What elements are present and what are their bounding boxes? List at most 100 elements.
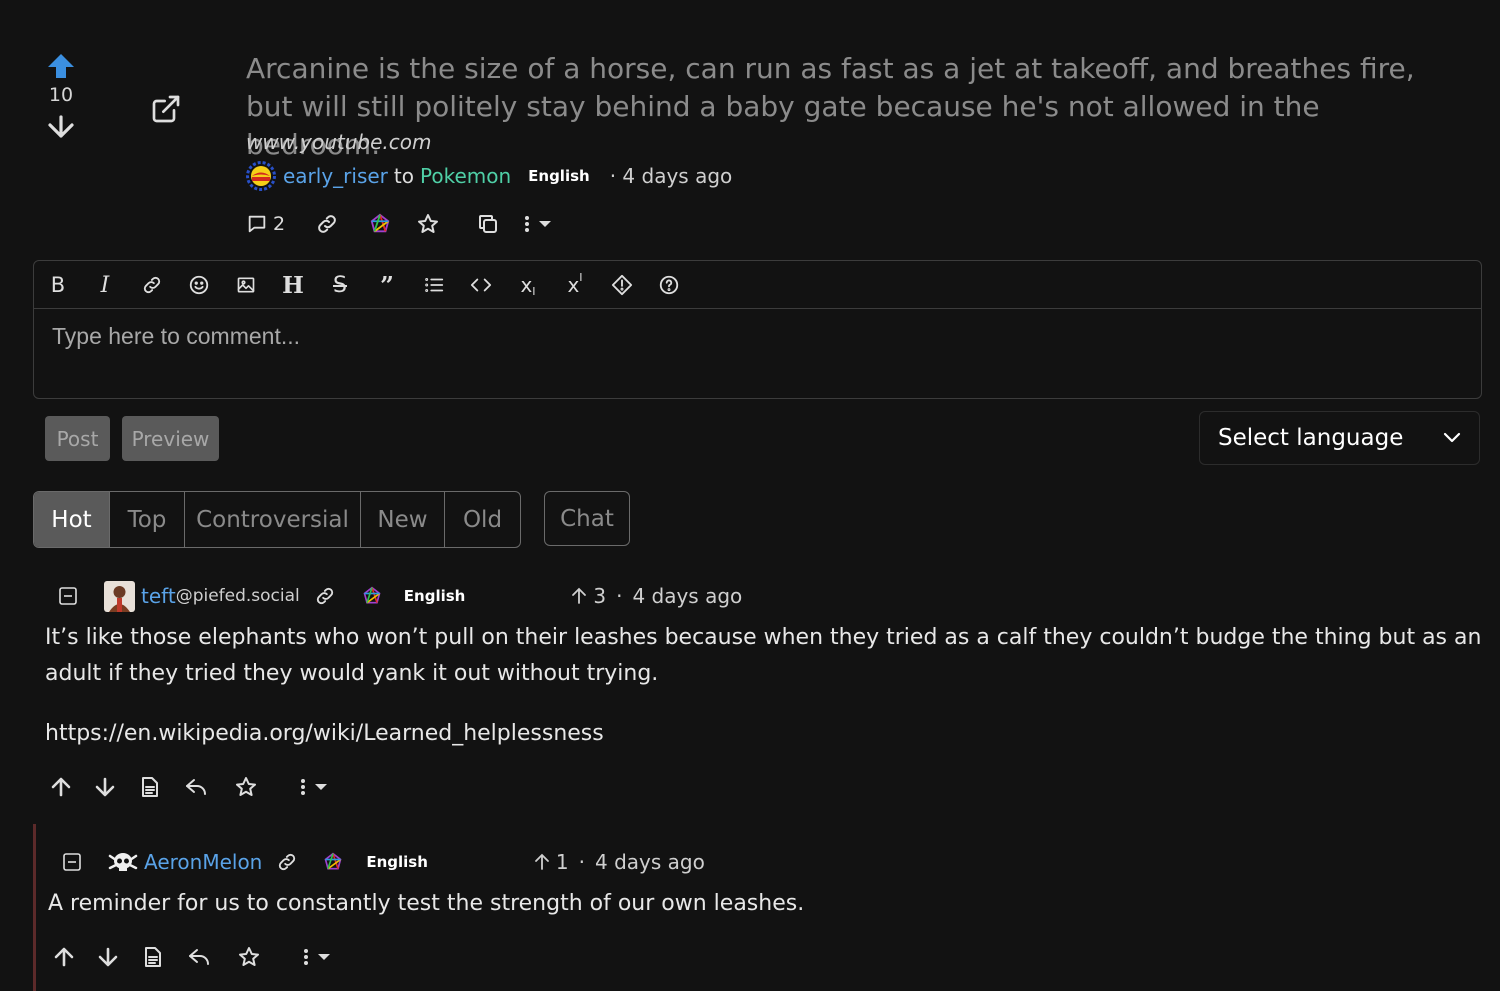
superscript-icon[interactable]: xI	[563, 271, 587, 298]
reply-button[interactable]	[184, 776, 208, 798]
chevron-down-icon	[1443, 432, 1461, 443]
user-avatar-icon	[104, 580, 135, 612]
caret-down-icon	[315, 784, 327, 790]
quote-icon[interactable]: ”	[375, 271, 399, 300]
comment-link-button[interactable]	[276, 851, 298, 873]
upvote-button[interactable]	[50, 776, 72, 798]
heading-icon[interactable]: H	[281, 272, 305, 299]
star-icon	[239, 947, 259, 966]
arrow-down-icon	[95, 777, 115, 797]
link-icon	[316, 587, 333, 605]
external-link-icon	[152, 95, 180, 123]
comment-score: 3	[593, 584, 607, 608]
sort-tab-top[interactable]: Top	[110, 492, 185, 547]
post-button[interactable]: Post	[45, 416, 110, 461]
sort-tab-old[interactable]: Old	[445, 492, 520, 547]
language-select[interactable]: Select language	[1199, 411, 1480, 465]
comment-link[interactable]: https://en.wikipedia.org/wiki/Learned_he…	[45, 716, 604, 752]
thread-indent-line	[33, 824, 36, 991]
star-icon	[236, 777, 256, 796]
emoji-icon[interactable]	[187, 273, 211, 297]
more-vertical-icon	[304, 949, 308, 965]
comment-actions	[50, 772, 329, 802]
community-link[interactable]: Pokemon	[420, 164, 511, 188]
favorite-button[interactable]	[234, 775, 258, 799]
bold-icon[interactable]: B	[46, 273, 70, 297]
post-domain[interactable]: www.youtube.com	[246, 130, 432, 154]
collapse-button[interactable]	[58, 586, 78, 606]
subscript-icon[interactable]: xI	[516, 273, 540, 298]
comment-body: A reminder for us to constantly test the…	[48, 891, 805, 916]
fediverse-button[interactable]	[323, 852, 343, 872]
skull-avatar-icon	[108, 853, 138, 871]
crosspost-button[interactable]	[476, 212, 500, 236]
collapse-button[interactable]	[62, 852, 82, 872]
avatar[interactable]	[108, 850, 138, 874]
comment-author[interactable]: AeronMelon	[144, 850, 262, 874]
language-badge: English	[403, 587, 466, 605]
sort-tab-controversial[interactable]: Controversial	[185, 492, 361, 547]
view-source-button[interactable]	[143, 946, 163, 968]
to-label: to	[393, 164, 414, 188]
separator: ·	[616, 584, 623, 608]
downvote-button[interactable]	[94, 776, 116, 798]
comment-input[interactable]	[34, 309, 1481, 397]
external-link-button[interactable]	[150, 93, 182, 125]
comment-body: It’s like those elephants who won’t pull…	[45, 625, 1482, 686]
downvote-button[interactable]	[97, 946, 119, 968]
help-icon[interactable]	[657, 273, 681, 297]
fediverse-button[interactable]	[369, 213, 391, 235]
preview-button[interactable]: Preview	[122, 416, 219, 461]
fediverse-button[interactable]	[362, 586, 382, 606]
comment-icon	[248, 215, 266, 233]
view-source-button[interactable]	[140, 776, 160, 798]
more-vertical-icon	[301, 779, 305, 795]
caret-down-icon	[318, 954, 330, 960]
copy-link-button[interactable]	[315, 212, 339, 236]
comment-link-button[interactable]	[314, 585, 336, 607]
document-icon	[142, 777, 158, 797]
post-time: · 4 days ago	[609, 164, 733, 188]
favorite-button[interactable]	[237, 945, 261, 969]
post-score: 10	[48, 84, 74, 106]
comment-editor: B I H S ” xI xI	[33, 260, 1482, 399]
more-options-button[interactable]	[298, 776, 329, 798]
sun-avatar-icon	[246, 161, 276, 191]
sort-tab-hot[interactable]: Hot	[34, 492, 110, 547]
code-icon[interactable]	[469, 273, 493, 297]
post-author-link[interactable]: early_riser	[283, 164, 388, 188]
chat-view-button[interactable]: Chat	[544, 491, 630, 546]
italic-icon[interactable]: I	[93, 273, 117, 298]
minus-square-icon	[63, 853, 81, 871]
reply-button[interactable]	[187, 946, 211, 968]
comment-count: 2	[273, 213, 286, 235]
comment-actions	[53, 942, 332, 972]
favorite-button[interactable]	[416, 212, 440, 236]
arrow-up-icon	[48, 54, 74, 78]
spoiler-icon[interactable]	[610, 273, 634, 297]
image-icon[interactable]	[234, 273, 258, 297]
more-options-button[interactable]	[301, 946, 332, 968]
fediverse-icon	[370, 213, 390, 233]
minus-square-icon	[59, 587, 77, 605]
more-options-button[interactable]	[522, 213, 553, 235]
document-icon	[145, 947, 161, 967]
upvote-button[interactable]	[45, 52, 77, 80]
avatar[interactable]	[104, 580, 135, 612]
comment-author-instance: @piefed.social	[175, 586, 300, 606]
comments-button[interactable]: 2	[246, 213, 285, 235]
downvote-button[interactable]	[48, 115, 74, 139]
comment-author[interactable]: teft	[141, 584, 176, 608]
author-avatar[interactable]	[246, 161, 276, 191]
list-icon[interactable]	[422, 273, 446, 297]
link-icon	[279, 853, 296, 871]
comment-header: AeronMelon English 1 · 4 days ago	[62, 845, 705, 879]
score-arrow-icon	[534, 853, 550, 871]
link-icon	[318, 215, 336, 233]
link-icon[interactable]	[140, 273, 164, 297]
arrow-down-icon	[98, 947, 118, 967]
comment-time: 4 days ago	[595, 850, 705, 874]
strikethrough-icon[interactable]: S	[328, 273, 352, 298]
upvote-button[interactable]	[53, 946, 75, 968]
sort-tab-new[interactable]: New	[361, 492, 445, 547]
